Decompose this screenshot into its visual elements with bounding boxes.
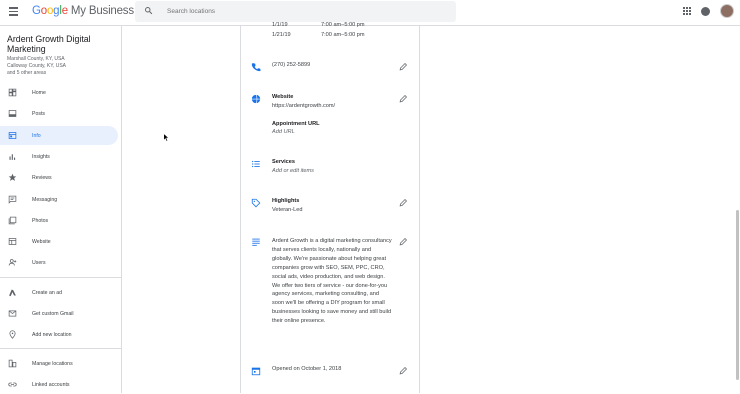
google-my-business-logo[interactable]: Google My Business [32,5,134,17]
menu-icon[interactable] [9,7,18,16]
sidebar-item-photos[interactable]: Photos [0,211,118,230]
apps-grid-icon[interactable] [683,7,691,15]
search-bar[interactable] [135,1,456,22]
sidebar-item-messaging[interactable]: Messaging [0,190,118,209]
sidebar-item-posts[interactable]: Posts [0,104,118,123]
mouse-cursor-icon [163,133,169,142]
sidebar-divider [0,277,121,278]
insights-icon [9,154,16,160]
business-address: Marshall County, KY, USA Calloway County… [7,56,67,76]
appointment-url-label: Appointment URL [272,121,320,127]
users-icon [8,259,17,266]
highlights-value: Veteran-Led [272,207,303,213]
page-scrollbar[interactable] [736,210,739,380]
location-icon [9,330,16,339]
photos-icon [8,216,17,225]
edit-icon[interactable] [399,62,408,71]
link-icon [8,382,17,387]
sidebar-item-create-ad[interactable]: Create an ad [0,283,118,302]
sidebar-item-manage-locations[interactable]: Manage locations [0,354,118,373]
edit-icon[interactable] [399,198,408,207]
website-icon [8,238,17,245]
globe-icon [251,94,261,104]
services-list-icon [252,160,260,168]
notifications-icon[interactable] [701,6,710,16]
hours-row: 1/21/19 7:00 am–5:00 pm [272,32,365,38]
info-icon [8,132,17,139]
edit-icon[interactable] [399,366,408,375]
sidebar-item-reviews[interactable]: Reviews [0,168,118,187]
opening-date: Opened on October 1, 2018 [272,366,342,372]
star-icon [8,173,17,181]
calendar-icon [251,367,261,376]
sidebar-item-linked-accounts[interactable]: Linked accounts [0,375,118,394]
sidebar-divider [0,348,121,349]
edit-icon[interactable] [399,94,408,103]
phone-number: (270) 252-5899 [272,62,311,68]
manage-locations-icon [8,359,17,368]
posts-icon [8,110,17,117]
avatar[interactable] [720,4,734,18]
sidebar-item-insights[interactable]: Insights [0,147,118,166]
sidebar-item-website[interactable]: Website [0,232,118,251]
website-label: Website [272,94,294,100]
sidebar-item-users[interactable]: Users [0,253,118,272]
hours-row: 1/1/19 7:00 am–5:00 pm [272,22,365,28]
sidebar-item-info[interactable]: Info [0,126,118,145]
services-edit-link[interactable]: Add or edit items [272,168,314,176]
services-label: Services [272,159,296,165]
phone-icon [251,63,261,72]
tag-icon [251,198,261,208]
sidebar-item-add-location[interactable]: Add new location [0,325,118,344]
info-card: 1/1/19 7:00 am–5:00 pm 1/21/19 7:00 am–5:0… [240,22,420,393]
ads-icon [9,289,16,297]
sidebar: Ardent Growth Digital Marketing Marshall… [0,26,122,393]
messaging-icon [8,195,17,204]
gmail-icon [8,310,17,317]
business-name: Ardent Growth Digital Marketing [7,34,91,54]
product-name: My Business [70,5,134,17]
sidebar-item-home[interactable]: Home [0,83,118,102]
description-icon [252,238,260,246]
website-url: https://ardentgrowth.com/ [272,103,336,109]
add-url-link[interactable]: Add URL [272,129,295,137]
business-description: Ardent Growth is a digital marketing con… [272,238,392,325]
highlights-label: Highlights [272,198,300,204]
edit-icon[interactable] [399,237,408,246]
home-icon [8,88,17,97]
search-icon[interactable] [144,6,153,15]
sidebar-item-custom-gmail[interactable]: Get custom Gmail [0,304,118,323]
search-input[interactable] [167,4,447,19]
